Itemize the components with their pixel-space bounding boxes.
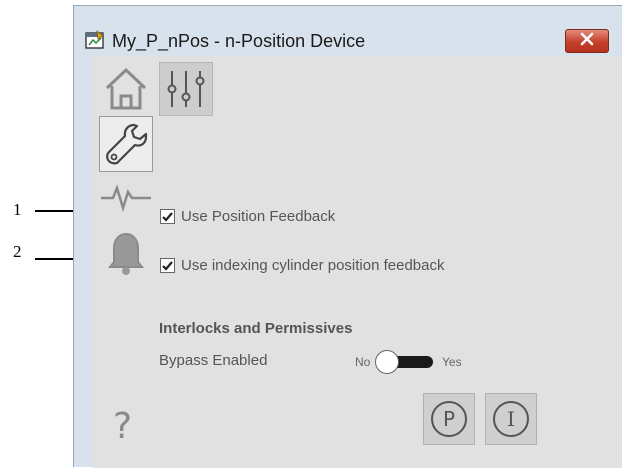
checkmark-icon xyxy=(162,212,173,222)
use-position-feedback-label: Use Position Feedback xyxy=(181,208,336,225)
use-position-feedback-option[interactable]: Use Position Feedback xyxy=(160,208,335,225)
settings-button[interactable] xyxy=(159,62,213,116)
checkmark-icon xyxy=(162,261,173,271)
use-indexing-cylinder-checkbox[interactable] xyxy=(160,258,175,273)
permissive-icon: P xyxy=(424,401,474,448)
use-indexing-cylinder-option[interactable]: Use indexing cylinder position feedback xyxy=(160,257,445,274)
tab-trends[interactable] xyxy=(99,174,153,224)
bypass-enabled-label: Bypass Enabled xyxy=(159,352,268,369)
sliders-icon xyxy=(160,71,212,119)
callout-number-1: 1 xyxy=(13,200,22,219)
use-indexing-cylinder-label: Use indexing cylinder position feedback xyxy=(181,257,445,274)
title-bar[interactable]: My_P_nPos - n-Position Device xyxy=(74,6,622,54)
toggle-no-label: No xyxy=(355,355,371,369)
toggle-yes-label: Yes xyxy=(442,355,462,369)
window-title: My_P_nPos - n-Position Device xyxy=(112,31,366,51)
interlock-icon: I xyxy=(486,401,536,448)
help-icon[interactable]: ? xyxy=(113,406,132,447)
bell-icon xyxy=(99,232,153,282)
close-button[interactable] xyxy=(565,29,609,53)
bypass-toggle[interactable] xyxy=(375,350,437,374)
tab-home[interactable] xyxy=(99,64,153,114)
interlocks-button[interactable]: I xyxy=(485,393,537,445)
toggle-knob[interactable] xyxy=(375,350,399,374)
permissives-button[interactable]: P xyxy=(423,393,475,445)
tab-alarms[interactable] xyxy=(99,226,153,278)
faceplate-app-icon xyxy=(85,30,105,55)
interlocks-heading: Interlocks and Permissives xyxy=(159,320,353,337)
close-icon xyxy=(580,32,594,51)
wrench-icon xyxy=(100,123,152,175)
use-position-feedback-checkbox[interactable] xyxy=(160,209,175,224)
interlock-glyph: I xyxy=(507,407,515,431)
callout-number-2: 2 xyxy=(13,242,22,261)
faceplate-window: My_P_nPos - n-Position Device ? Use Posi… xyxy=(73,5,622,468)
tab-maintenance[interactable] xyxy=(99,116,153,172)
faceplate-content: ? Use Position Feedback Use indexing cyl… xyxy=(93,56,621,468)
permissive-glyph: P xyxy=(443,407,455,431)
